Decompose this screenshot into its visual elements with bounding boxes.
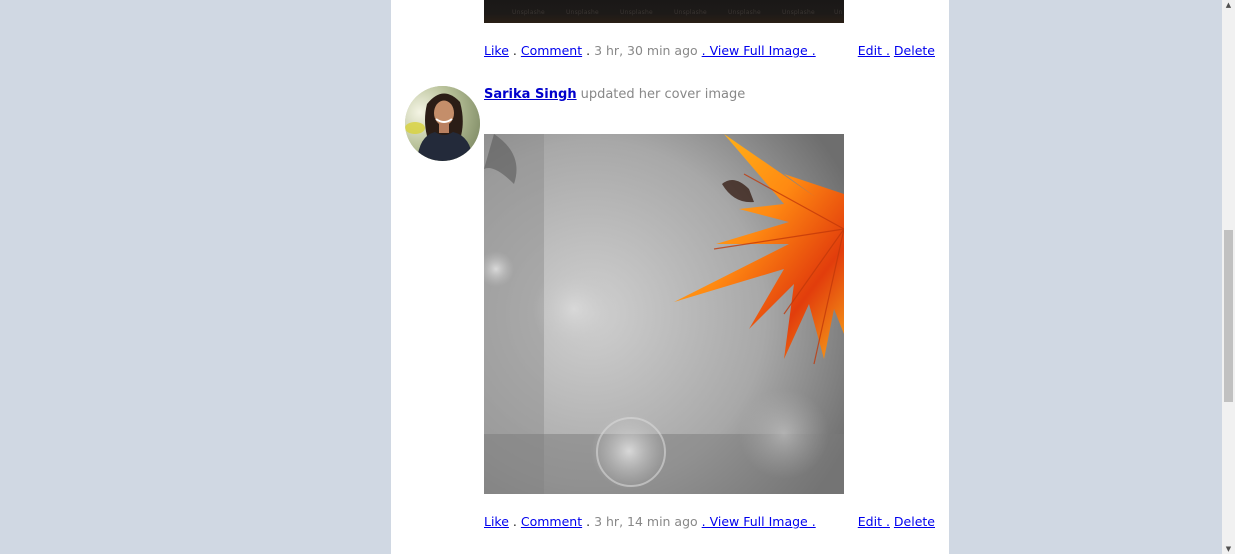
post-header: Sarika Singh updated her cover image (484, 86, 745, 104)
scroll-up-arrow-icon[interactable]: ▲ (1224, 0, 1233, 10)
vertical-scrollbar[interactable]: ▲ ▼ (1222, 0, 1235, 554)
view-full-image-link[interactable]: . View Full Image . (702, 514, 816, 529)
avatar[interactable] (405, 86, 480, 161)
autumn-leaf-image (484, 134, 844, 494)
like-link[interactable]: Like (484, 43, 509, 58)
edit-link[interactable]: Edit . (858, 514, 890, 529)
comment-link[interactable]: Comment (521, 514, 582, 529)
separator: . (586, 43, 591, 58)
scroll-down-arrow-icon[interactable]: ▼ (1224, 544, 1233, 554)
like-link[interactable]: Like (484, 514, 509, 529)
post-action-bar: Like . Comment . 3 hr, 14 min ago . View… (484, 513, 935, 531)
delete-link[interactable]: Delete (894, 514, 935, 529)
scrollbar-thumb[interactable] (1224, 230, 1233, 402)
post-timestamp: 3 hr, 30 min ago (594, 43, 698, 58)
view-full-image-link[interactable]: . View Full Image . (702, 43, 816, 58)
previous-post-image[interactable]: Unsplashe Unsplashe Unsplashe Unsplashe … (484, 0, 844, 23)
cover-image[interactable] (484, 134, 844, 494)
post-timestamp: 3 hr, 14 min ago (594, 514, 698, 529)
post-action-bar: Like . Comment . 3 hr, 30 min ago . View… (484, 42, 935, 60)
edit-link[interactable]: Edit . (858, 43, 890, 58)
activity-text: updated her cover image (580, 87, 746, 102)
avatar-image (405, 86, 480, 161)
author-link[interactable]: Sarika Singh (484, 87, 577, 102)
comment-link[interactable]: Comment (521, 43, 582, 58)
delete-link[interactable]: Delete (894, 43, 935, 58)
separator: . (512, 514, 517, 529)
separator: . (512, 43, 517, 58)
separator: . (586, 514, 591, 529)
